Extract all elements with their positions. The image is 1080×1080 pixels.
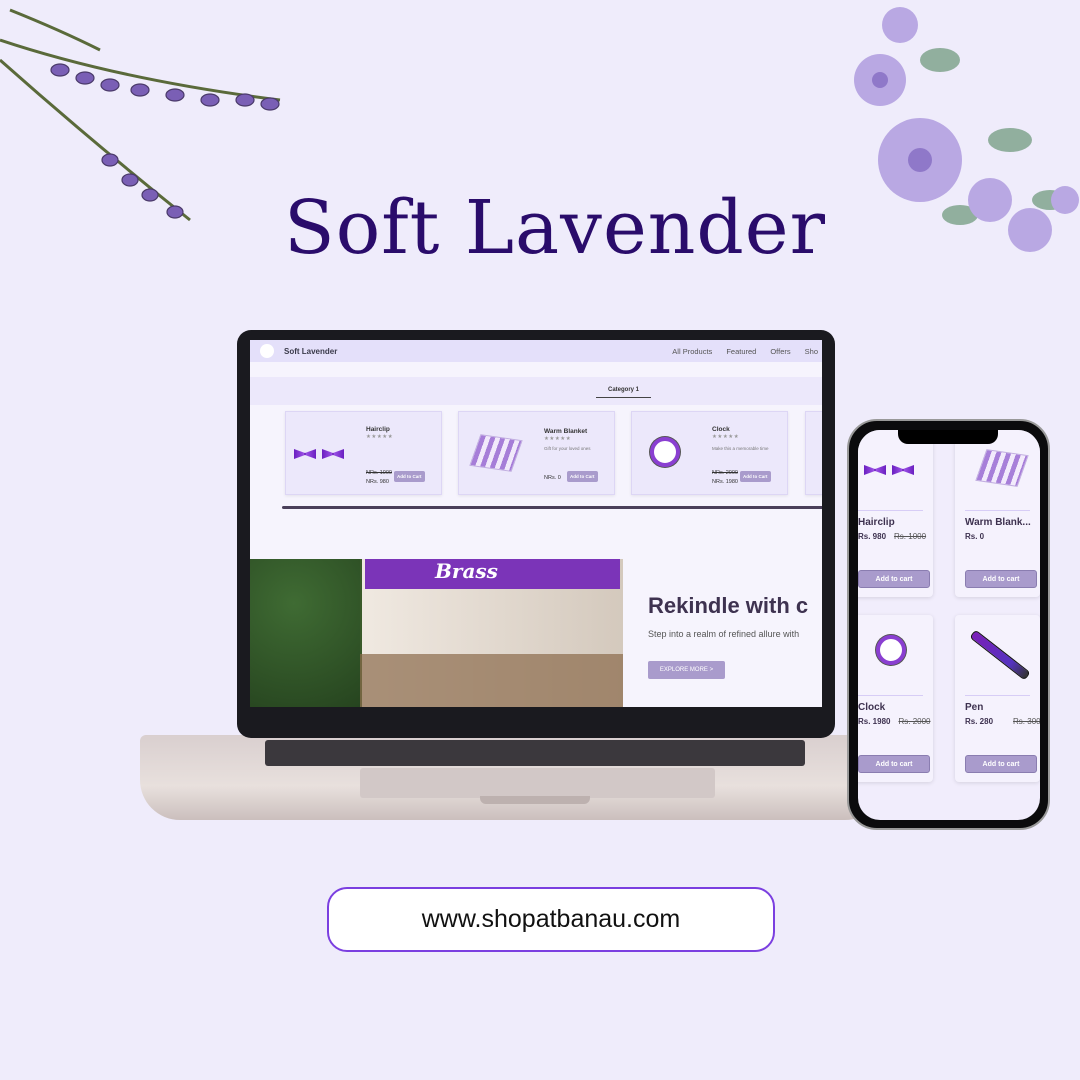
add-to-cart-button[interactable]: Add to cart [965,570,1037,588]
rating-stars: ★★★★★ [544,436,572,442]
product-description: Make this a memorable time [712,446,769,451]
carousel-scrollbar[interactable] [282,506,822,509]
price: NRs. 1980 [712,479,738,485]
page-title: Soft Lavender [284,185,826,271]
nav-featured[interactable]: Featured [726,347,756,356]
mobile-card-clock[interactable]: Clock Rs. 1980 Rs. 2000 Add to cart [858,615,933,782]
price: Rs. 980 [858,532,887,541]
product-card-warm-blanket[interactable]: Warm Blanket ★★★★★ Gift for your loved o… [458,411,615,495]
product-card-hairclip[interactable]: Hairclip ★★★★★ NRs. 1000 NRs. 980 Add to … [285,411,442,495]
price: NRs. 980 [366,479,389,485]
product-name: Hairclip [366,426,390,433]
hairclip-image [294,449,350,461]
product-description: Gift for your loved ones [544,446,591,451]
product-name: Warm Blank... [965,517,1031,528]
mobile-card-hairclip[interactable]: Hairclip Rs. 980 Rs. 1000 Add to cart [858,430,933,597]
add-to-cart-button[interactable]: Add to Cart [394,471,425,482]
hero-heading: Rekindle with c [648,593,809,618]
price: NRs. 0 [544,475,561,481]
nav-all-products[interactable]: All Products [672,347,712,356]
add-to-cart-button[interactable]: Add to cart [965,755,1037,773]
category-tabs: Category 1 [250,377,822,405]
phone-screen: Hairclip Rs. 980 Rs. 1000 Add to cart War… [858,430,1040,820]
old-price: Rs. 300 [1013,717,1040,726]
site-brand[interactable]: Soft Lavender [284,347,337,356]
product-name: Pen [965,702,984,713]
product-name: Warm Blanket [544,428,588,435]
price: Rs. 1980 [858,717,891,726]
blanket-image [975,449,1029,487]
product-card-clock[interactable]: Clock ★★★★★ Make this a memorable time N… [631,411,788,495]
mobile-card-pen[interactable]: Pen Rs. 280 Rs. 300 Add to cart [955,615,1040,782]
product-name: Clock [712,426,730,433]
product-name: Hairclip [858,517,895,528]
rating-stars: ★★★★★ [712,434,740,440]
hairclip-image [864,462,920,480]
add-to-cart-button[interactable]: Add to Cart [567,471,598,482]
nav-shop[interactable]: Sho [805,347,818,356]
hero-text: Step into a realm of refined allure with [648,629,800,639]
explore-more-button[interactable]: EXPLORE MORE > [648,661,725,679]
mobile-card-warm-blanket[interactable]: Warm Blank... Rs. 0 Add to cart [955,430,1040,597]
hero-store-image: Brass [250,559,623,707]
store-sign: Brass [365,559,620,589]
price: Rs. 0 [965,532,985,541]
product-name: Clock [858,702,886,713]
clock-image [650,437,680,467]
product-card-partial[interactable] [805,411,822,495]
add-to-cart-button[interactable]: Add to Cart [740,471,771,482]
old-price: Rs. 1000 [894,532,927,541]
rating-stars: ★★★★★ [366,434,394,440]
website-url-pill[interactable]: www.shopatbanau.com [327,887,775,952]
add-to-cart-button[interactable]: Add to cart [858,755,930,773]
price: Rs. 280 [965,717,994,726]
pen-image [969,629,1031,681]
clock-image [876,635,906,665]
laptop-notch [480,796,590,804]
blanket-image [469,434,523,472]
site-navbar: Soft Lavender All Products Featured Offe… [250,340,822,362]
old-price: NRs. 1000 [366,470,392,476]
old-price: Rs. 2000 [898,717,931,726]
phone-notch [898,430,998,444]
laptop-keyboard [265,740,805,766]
site-logo[interactable] [260,344,274,358]
add-to-cart-button[interactable]: Add to cart [858,570,930,588]
old-price: NRs. 2000 [712,470,738,476]
laptop-trackpad [360,768,715,798]
nav-offers[interactable]: Offers [770,347,790,356]
laptop-screen: Soft Lavender All Products Featured Offe… [250,340,822,707]
tab-category-1[interactable]: Category 1 [595,387,651,398]
